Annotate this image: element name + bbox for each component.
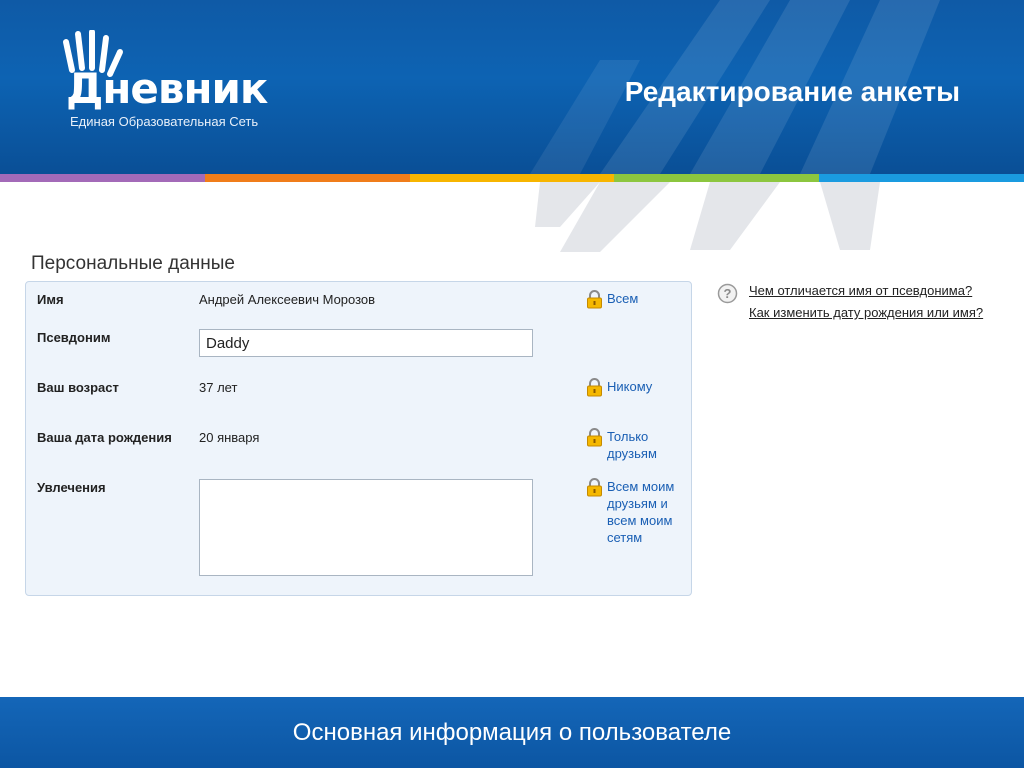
lock-icon (587, 378, 602, 397)
logo-wordmark: Дневник (66, 64, 268, 113)
footer: Основная информация о пользователе (0, 697, 1024, 768)
privacy-label: Никому (607, 379, 653, 394)
help-link-name-vs-nickname[interactable]: Чем отличается имя от псевдонима? (749, 283, 972, 298)
age-privacy-setting[interactable]: Никому (586, 378, 687, 397)
section-title: Персональные данные (31, 253, 235, 274)
color-stripe (0, 174, 1024, 182)
header: Дневник Единая Образовательная Сеть Реда… (0, 0, 1024, 174)
birthdate-label: Ваша дата рождения (37, 430, 172, 445)
privacy-label: Всем (607, 291, 639, 306)
birthdate-value: 20 января (199, 430, 260, 445)
question-icon: ? (717, 283, 738, 304)
lock-icon (587, 478, 602, 497)
stripe-segment (0, 174, 205, 182)
privacy-label: Всем моим друзьям и всем моим сетям (607, 479, 675, 545)
nickname-label: Псевдоним (37, 330, 111, 345)
privacy-label: Только друзьям (607, 429, 657, 461)
stripe-segment (204, 174, 410, 182)
hobbies-privacy-setting[interactable]: Всем моим друзьям и всем моим сетям (586, 478, 687, 546)
name-value: Андрей Алексеевич Морозов (199, 292, 376, 307)
name-label: Имя (37, 292, 64, 307)
name-privacy-setting[interactable]: Всем (586, 290, 687, 309)
stripe-segment (819, 174, 1024, 182)
age-value: 37 лет (199, 380, 238, 395)
nickname-input[interactable] (199, 329, 533, 357)
age-label: Ваш возраст (37, 380, 119, 395)
birthdate-privacy-setting[interactable]: Только друзьям (586, 428, 687, 462)
help-link-change-birthdate[interactable]: Как изменить дату рождения или имя? (749, 305, 983, 320)
lock-icon (587, 290, 602, 309)
logo[interactable]: Дневник Единая Образовательная Сеть (58, 30, 278, 130)
logo-tagline: Единая Образовательная Сеть (70, 114, 259, 129)
hobbies-label: Увлечения (37, 480, 106, 495)
footer-caption: Основная информация о пользователе (292, 719, 732, 746)
stripe-segment (409, 174, 615, 182)
svg-text:?: ? (724, 286, 732, 301)
hobbies-textarea[interactable] (199, 479, 533, 576)
lock-icon (587, 428, 602, 447)
page-title: Редактирование анкеты (624, 76, 960, 107)
stripe-segment (614, 174, 820, 182)
